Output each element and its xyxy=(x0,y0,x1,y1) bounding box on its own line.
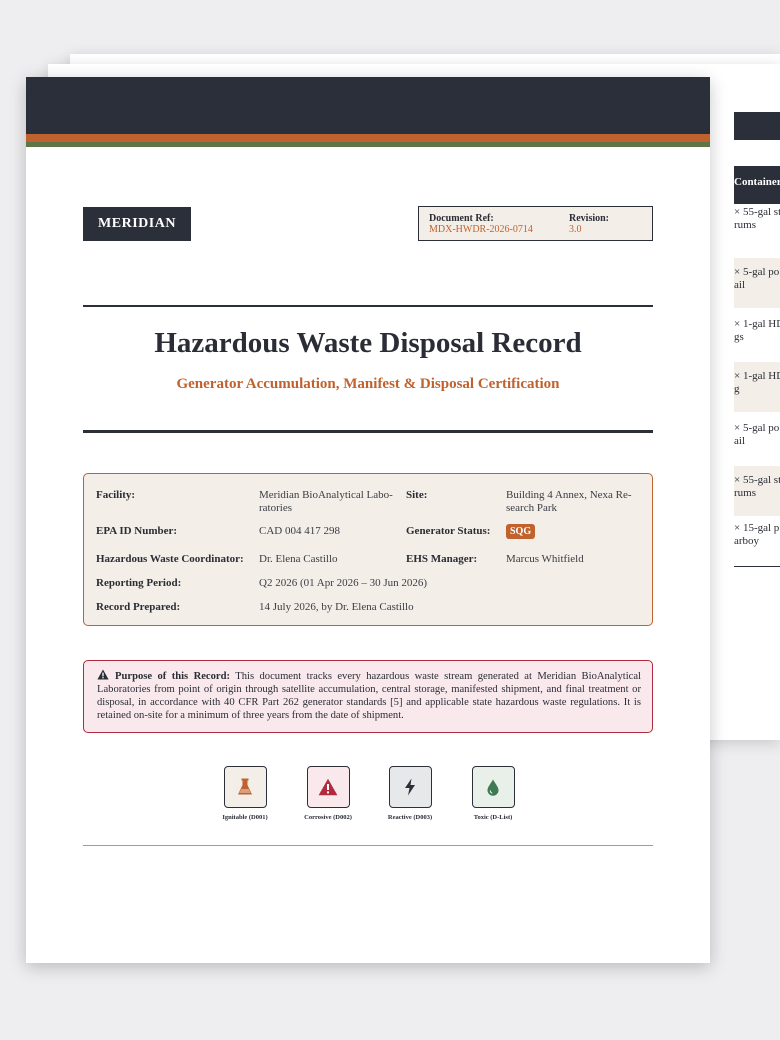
flask-icon xyxy=(223,766,267,808)
table-row: × 55-gal st rums xyxy=(734,206,780,231)
logo-text: MERIDIAN xyxy=(98,216,176,231)
background-page-header-band xyxy=(734,112,780,140)
document-ref-value: MDX-HWDR-2026-0714 xyxy=(429,224,533,235)
generator-status-label: Generator Status: xyxy=(406,525,491,537)
bolt-icon xyxy=(388,766,432,808)
table-row: × 1-gal HD gs xyxy=(734,318,780,343)
hazard-toxic: Toxic (D-List) xyxy=(450,766,536,821)
record-prepared-value: 14 July 2026, by Dr. Elena Castillo xyxy=(259,601,414,613)
hazard-label: Reactive (D003) xyxy=(387,814,433,821)
reporting-period-label: Reporting Period: xyxy=(96,577,182,589)
header-stripe-orange xyxy=(26,134,710,142)
document-page: MERIDIAN Document Ref: MDX-HWDR-2026-071… xyxy=(26,77,710,963)
purpose-heading: Purpose of this Record: xyxy=(115,671,231,682)
table-row: × 15-gal p arboy xyxy=(734,522,780,547)
table-header-container: Container(s) xyxy=(734,176,780,188)
page-subtitle: Generator Accumulation, Manifest & Dispo… xyxy=(176,376,560,392)
epa-id-value: CAD 004 417 298 xyxy=(259,525,340,537)
warning-icon xyxy=(306,766,350,808)
document-ref-label: Document Ref: xyxy=(429,213,494,224)
epa-id-label: EPA ID Number: xyxy=(96,525,178,537)
table-row: × 5-gal po ail xyxy=(734,258,780,308)
section-divider xyxy=(83,845,653,846)
hazard-reactive: Reactive (D003) xyxy=(367,766,453,821)
document-ref-box: Document Ref: MDX-HWDR-2026-0714 Revisio… xyxy=(418,206,653,241)
table-header: Container(s) xyxy=(734,166,780,204)
header-band xyxy=(26,77,710,134)
hazard-label: Toxic (D-List) xyxy=(473,814,513,821)
title-rule-bottom xyxy=(83,430,653,433)
site-value: Building 4 Annex, Nexa Re-search Park xyxy=(506,489,632,514)
table-bottom-rule xyxy=(734,566,780,567)
table-row: × 55-gal st rums xyxy=(734,466,780,516)
coordinator-value: Dr. Elena Castillo xyxy=(259,553,338,565)
reporting-period-value: Q2 2026 (01 Apr 2026 – 30 Jun 2026) xyxy=(259,577,428,589)
hazard-label: Corrosive (D002) xyxy=(304,814,352,821)
facility-info-panel: Facility: Meridian BioAnalytical Labo-ra… xyxy=(83,473,653,626)
facility-value: Meridian BioAnalytical Labo-ratories xyxy=(259,489,393,514)
table-row: × 5-gal po ail xyxy=(734,422,780,447)
page-title: Hazardous Waste Disposal Record xyxy=(154,327,582,359)
hazard-label: Ignitable (D001) xyxy=(222,814,268,821)
status-badge: SQG xyxy=(506,524,536,539)
revision-label: Revision: xyxy=(569,213,609,224)
table-row: × 1-gal HD g xyxy=(734,362,780,412)
hazard-corrosive: Corrosive (D002) xyxy=(285,766,371,821)
coordinator-label: Hazardous Waste Coordinator: xyxy=(96,553,244,565)
droplet-icon xyxy=(471,766,515,808)
revision-value: 3.0 xyxy=(569,224,582,235)
facility-label: Facility: xyxy=(96,489,136,501)
title-rule-top xyxy=(83,305,653,307)
company-logo: MERIDIAN xyxy=(83,207,191,241)
site-label: Site: xyxy=(406,489,428,501)
ehs-manager-value: Marcus Whitfield xyxy=(506,553,584,565)
header-stripe-green xyxy=(26,142,710,147)
warning-icon xyxy=(97,669,109,680)
purpose-notice: Purpose of this Record: This document tr… xyxy=(83,660,653,733)
purpose-text: Purpose of this Record: This document tr… xyxy=(97,669,641,722)
hazard-ignitable: Ignitable (D001) xyxy=(202,766,288,821)
record-prepared-label: Record Prepared: xyxy=(96,601,181,613)
ehs-manager-label: EHS Manager: xyxy=(406,553,478,565)
